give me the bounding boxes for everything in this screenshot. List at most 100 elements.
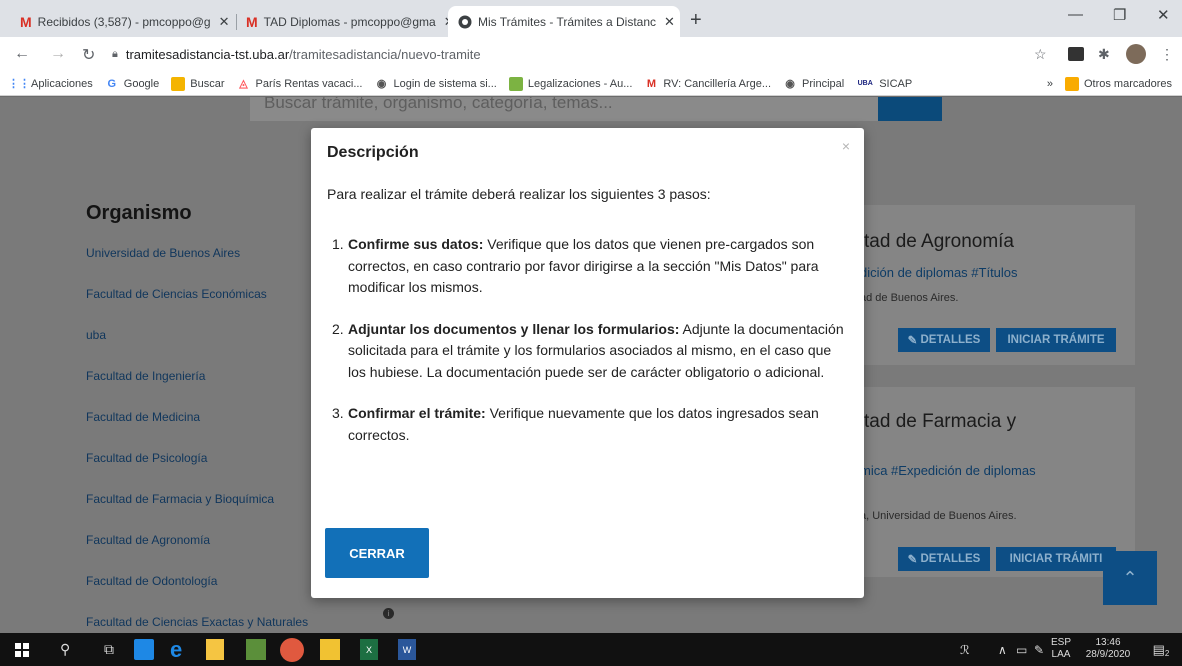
organismo-item[interactable]: Facultad de Agronomía <box>86 534 308 575</box>
step-heading: Adjuntar los documentos y llenar los for… <box>348 320 680 337</box>
puzzle-icon[interactable]: ✱ <box>1098 46 1110 63</box>
chevron-up-icon: ⌃ <box>1122 567 1138 588</box>
excel-icon[interactable]: X <box>360 639 378 660</box>
windows-start-icon[interactable] <box>14 639 30 660</box>
tag-icon: ✎ <box>907 335 918 347</box>
details-button[interactable]: ✎ DETALLES <box>898 547 990 571</box>
address-bar[interactable]: 🔒︎ tramitesadistancia-tst.uba.ar /tramit… <box>112 41 992 68</box>
tramite-card: tad de Farmacia y mica #Expedición de di… <box>840 387 1135 577</box>
modal-title: Descripción <box>327 144 419 161</box>
store-icon[interactable] <box>206 639 224 660</box>
close-icon[interactable]: ✕ <box>211 14 230 30</box>
legalizaciones-icon <box>508 76 523 91</box>
file-explorer-icon[interactable] <box>320 639 340 660</box>
airbnb-icon: ◬ <box>239 78 248 90</box>
start-tramite-button[interactable]: INICIAR TRÁMITI <box>996 547 1116 571</box>
back-icon[interactable]: ← <box>14 45 30 63</box>
new-tab-button[interactable]: + <box>690 9 702 32</box>
forward-icon[interactable]: → <box>50 45 66 63</box>
close-modal-button[interactable]: CERRAR <box>325 528 429 578</box>
step-heading: Confirmar el trámite: <box>348 405 486 421</box>
bookmarks-bar: ⋮⋮ Aplicaciones G Google Buscar ◬ París Ren… <box>0 72 1182 96</box>
chevron-up-icon[interactable]: ∧ <box>998 639 1007 660</box>
close-icon[interactable]: × <box>842 138 850 154</box>
people-icon[interactable]: ℛ <box>960 639 970 660</box>
chrome-icon[interactable] <box>280 638 304 662</box>
bookmark-rv[interactable]: M RV: Cancillería Arge... <box>644 77 771 91</box>
word-icon[interactable]: W <box>398 639 416 660</box>
clock[interactable]: 13:46 28/9/2020 <box>1078 637 1138 661</box>
buscar-icon <box>171 76 186 91</box>
organismo-item[interactable]: Facultad de Psicología <box>86 452 308 493</box>
app-icon[interactable] <box>246 639 266 660</box>
close-icon[interactable]: ✕ <box>656 14 675 30</box>
lock-icon: 🔒︎ <box>112 48 118 60</box>
language-indicator[interactable]: ESP LAA <box>1049 637 1073 661</box>
organismo-item[interactable]: Facultad de Ciencias Económicas <box>86 288 308 329</box>
window-close-icon[interactable]: ✕ <box>1157 6 1170 24</box>
network-icon[interactable]: ▭ <box>1016 639 1027 660</box>
card-tags[interactable]: dición de diplomas #Títulos <box>860 265 1018 280</box>
uba-icon: UBA <box>857 80 873 87</box>
organismo-item[interactable]: Facultad de Odontología <box>86 575 308 616</box>
gmail-icon: M <box>246 13 258 30</box>
tab-tad-diplomas[interactable]: M TAD Diplomas - pmcoppo@gma ✕ <box>236 6 456 37</box>
bookmark-login[interactable]: ◉ Login de sistema si... <box>375 77 497 91</box>
step-item: 1. Confirme sus datos: Verifique que los… <box>332 236 819 295</box>
card-title: tad de Agronomía <box>864 231 1014 252</box>
organismo-filter: Organismo Universidad de Buenos Aires Fa… <box>86 202 308 633</box>
bookmark-paris[interactable]: ◬ París Rentas vacaci... <box>237 77 362 91</box>
bookmarks-overflow[interactable]: » <box>1047 78 1053 90</box>
bookmark-google[interactable]: G Google <box>105 77 159 91</box>
url-path: /tramitesadistancia/nuevo-tramite <box>289 47 481 62</box>
organismo-item[interactable]: Facultad de Ingeniería <box>86 370 308 411</box>
bookmark-principal[interactable]: ◉ Principal <box>783 77 844 91</box>
tab-mis-tramites[interactable]: Mis Trámites - Trámites a Distanc ✕ <box>448 6 680 37</box>
bookmark-otros[interactable]: Otros marcadores <box>1064 76 1172 91</box>
tab-strip: M Recibidos (3,587) - pmcoppo@g ✕ M TAD … <box>0 0 1182 37</box>
tag-icon: ✎ <box>907 554 918 566</box>
app-icon[interactable] <box>134 639 154 660</box>
bookmark-aplicaciones[interactable]: ⋮⋮ Aplicaciones <box>8 77 93 91</box>
search-input[interactable]: Buscar trámite, organismo, categoría, te… <box>250 97 878 121</box>
bookmark-legalizaciones[interactable]: Legalizaciones - Au... <box>508 76 632 91</box>
card-tags[interactable]: mica #Expedición de diplomas <box>860 463 1036 478</box>
avatar[interactable] <box>1126 44 1146 64</box>
step-item: 3. Confirmar el trámite: Verifique nueva… <box>332 405 819 443</box>
menu-icon[interactable]: ⋮ <box>1160 46 1174 63</box>
search-button[interactable] <box>878 97 942 121</box>
search-icon[interactable]: ⚲ <box>60 639 70 660</box>
time: 13:46 <box>1095 637 1121 648</box>
gmail-icon: M <box>20 13 32 30</box>
edge-icon[interactable]: e <box>170 637 182 662</box>
toolbar: ← → ↻ 🔒︎ tramitesadistancia-tst.uba.ar /… <box>0 37 1182 72</box>
notifications-icon[interactable]: ▤ 2 <box>1150 639 1172 660</box>
start-tramite-button[interactable]: INICIAR TRÁMITE <box>996 328 1116 352</box>
extension-icon[interactable] <box>1068 47 1084 61</box>
step-heading: Confirme sus datos: <box>348 236 484 252</box>
folder-icon <box>1064 76 1079 91</box>
reload-icon[interactable]: ↻ <box>82 45 95 65</box>
star-icon[interactable]: ☆ <box>1034 46 1047 63</box>
organismo-item[interactable]: Facultad de Ciencias Exactas y Naturales <box>86 616 308 633</box>
organismo-item[interactable]: Universidad de Buenos Aires <box>86 247 308 288</box>
pen-icon[interactable]: ✎ <box>1034 639 1044 660</box>
minimize-icon[interactable]: — <box>1068 6 1083 23</box>
modal-intro: Para realizar el trámite deberá realizar… <box>327 186 711 202</box>
tab-gmail-inbox[interactable]: M Recibidos (3,587) - pmcoppo@g ✕ <box>10 6 232 37</box>
bookmark-buscar[interactable]: Buscar <box>171 76 225 91</box>
date: 28/9/2020 <box>1085 649 1131 660</box>
details-button[interactable]: ✎ DETALLES <box>898 328 990 352</box>
scroll-top-button[interactable]: ⌃ <box>1103 551 1157 605</box>
bookmark-sicap[interactable]: UBA SICAP <box>856 77 913 91</box>
description-modal: Descripción × Para realizar el trámite d… <box>311 128 864 598</box>
organismo-item[interactable]: uba <box>86 329 308 370</box>
restore-icon[interactable]: ❐ <box>1113 6 1126 24</box>
organismo-title: Organismo <box>86 202 192 224</box>
step-item: 2. Adjuntar los documentos y llenar los … <box>332 320 844 380</box>
info-badge-icon: i <box>383 608 394 619</box>
task-view-icon[interactable]: ⧉ <box>104 639 114 660</box>
card-subtitle: a, Universidad de Buenos Aires. <box>860 510 1017 522</box>
organismo-item[interactable]: Facultad de Farmacia y Bioquímica <box>86 493 308 534</box>
organismo-item[interactable]: Facultad de Medicina <box>86 411 308 452</box>
